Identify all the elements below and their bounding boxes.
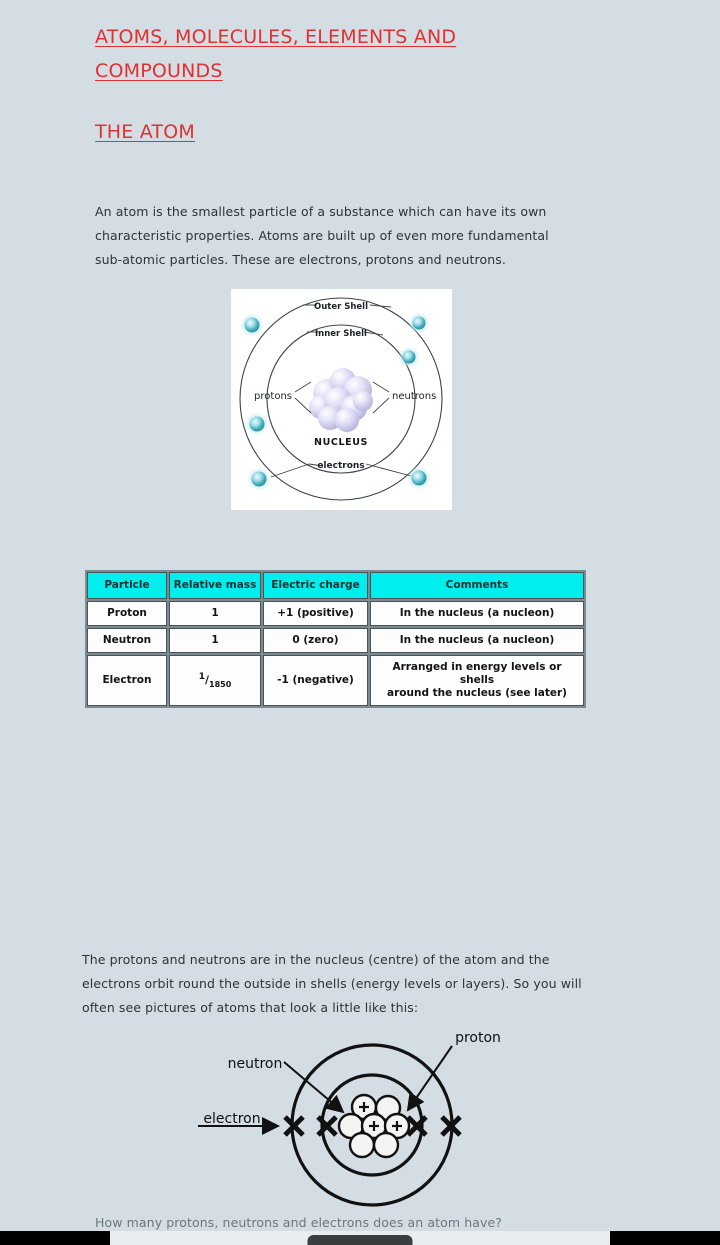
page-title-line-1-text: ATOMS, MOLECULES, ELEMENTS AND xyxy=(95,26,457,48)
cell-electric-charge: +1 (positive) xyxy=(263,601,368,626)
label-protons: protons xyxy=(254,391,292,402)
page-title-line-2: COMPOUNDS xyxy=(95,54,223,88)
label-neutrons: neutrons xyxy=(392,391,436,402)
page-title-line-1: ATOMS, MOLECULES, ELEMENTS AND xyxy=(95,20,456,54)
fraction-denominator: 1850 xyxy=(209,679,232,689)
shells-paragraph: The protons and neutrons are in the nucl… xyxy=(82,952,582,1015)
home-indicator-pill[interactable] xyxy=(307,1235,413,1245)
cell-comments-line-2: around the nucleus (see later) xyxy=(387,687,567,699)
label-proton: proton xyxy=(455,1030,501,1046)
cell-relative-mass: 1 xyxy=(169,601,261,626)
table-row: Proton 1 +1 (positive) In the nucleus (a… xyxy=(87,601,584,626)
system-navigation-bar xyxy=(0,1231,720,1245)
atom-diagram-bohr-svg: electron neutron proton xyxy=(198,1030,501,1207)
section-heading-the-atom: THE ATOM xyxy=(95,115,195,149)
atom-diagram-bohr-figure: electron neutron proton xyxy=(180,1022,510,1227)
particle-properties-table-container: Particle Relative mass Electric charge C… xyxy=(85,570,586,708)
table-header-row: Particle Relative mass Electric charge C… xyxy=(87,572,584,599)
bohr-nucleus-cluster xyxy=(337,1093,411,1159)
label-outer-shell: Outer Shell xyxy=(314,302,368,312)
cell-comments: In the nucleus (a nucleon) xyxy=(370,628,584,653)
table-row: Electron 1/1850 -1 (negative) Arranged i… xyxy=(87,655,584,706)
document-page: ATOMS, MOLECULES, ELEMENTS AND COMPOUNDS… xyxy=(0,0,720,1245)
section-heading-text: THE ATOM xyxy=(95,121,196,143)
nucleus-cluster xyxy=(309,368,373,432)
column-header-particle: Particle xyxy=(87,572,167,599)
label-inner-shell: Inner Shell xyxy=(315,329,367,339)
cell-electric-charge: -1 (negative) xyxy=(263,655,368,706)
column-header-electric-charge: Electric charge xyxy=(263,572,368,599)
label-nucleus: NUCLEUS xyxy=(314,437,368,448)
cell-comments: Arranged in energy levels or shells arou… xyxy=(370,655,584,706)
cell-comments: In the nucleus (a nucleon) xyxy=(370,601,584,626)
cell-electric-charge: 0 (zero) xyxy=(263,628,368,653)
cell-particle-name: Electron xyxy=(87,655,167,706)
question-line-partially-cut-off: How many protons, neutrons and electrons… xyxy=(95,1215,503,1230)
particle-properties-table: Particle Relative mass Electric charge C… xyxy=(85,570,586,708)
cell-relative-mass: 1/1850 xyxy=(169,655,261,706)
column-header-relative-mass: Relative mass xyxy=(169,572,261,599)
cell-particle-name: Proton xyxy=(87,601,167,626)
atom-diagram-shells-svg: Outer Shell Inner Shell protons neutrons… xyxy=(239,297,443,501)
label-electron: electron xyxy=(203,1111,260,1127)
page-title-line-2-text: COMPOUNDS xyxy=(95,60,223,82)
cell-relative-mass: 1 xyxy=(169,628,261,653)
system-navigation-bar-inner xyxy=(110,1231,610,1245)
column-header-comments: Comments xyxy=(370,572,584,599)
label-electrons: electrons xyxy=(317,461,364,471)
fraction-relative-mass: 1/1850 xyxy=(198,671,232,689)
table-row: Neutron 1 0 (zero) In the nucleus (a nuc… xyxy=(87,628,584,653)
cell-comments-line-1: Arranged in energy levels or shells xyxy=(392,661,562,686)
atom-diagram-shells-figure: Outer Shell Inner Shell protons neutrons… xyxy=(231,289,452,510)
fraction-numerator: 1 xyxy=(198,671,205,682)
label-neutron: neutron xyxy=(228,1056,283,1072)
intro-paragraph: An atom is the smallest particle of a su… xyxy=(95,204,549,267)
cell-particle-name: Neutron xyxy=(87,628,167,653)
